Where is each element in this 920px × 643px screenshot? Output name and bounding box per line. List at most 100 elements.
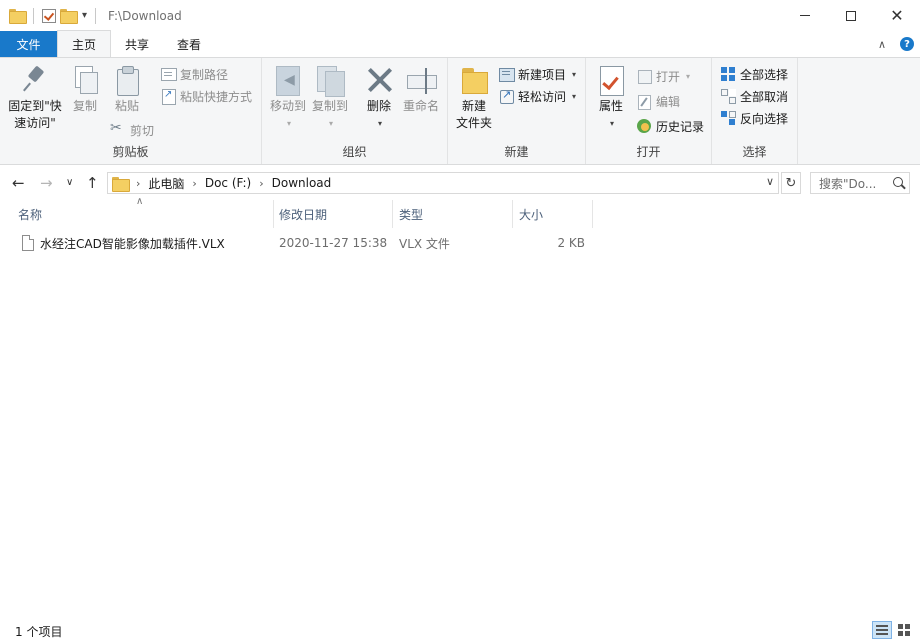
move-to-button[interactable]: 移动到 ▾ xyxy=(266,64,310,132)
edit-button[interactable]: 编辑 xyxy=(636,91,680,111)
tab-home[interactable]: 主页 xyxy=(57,30,112,57)
clipboard-group: 固定到"快 速访问" 复制 粘贴 复制路径 粘贴快捷方式 剪切 剪贴板 xyxy=(0,58,262,164)
select-all-label: 全部选择 xyxy=(740,67,789,82)
chevron-down-icon: ▾ xyxy=(572,69,577,79)
help-icon[interactable]: ? xyxy=(900,37,914,51)
chevron-down-icon: ▾ xyxy=(572,91,577,101)
cut-label: 剪切 xyxy=(130,123,155,138)
open-button[interactable]: 打开 ▾ xyxy=(636,66,690,86)
search-input[interactable]: 搜索"Do... xyxy=(810,172,910,194)
title-bar: ▾ F:\Download ✕ xyxy=(0,0,920,31)
file-type: VLX 文件 xyxy=(399,236,450,251)
chevron-right-icon[interactable]: › xyxy=(192,177,196,190)
move-to-icon xyxy=(272,64,304,96)
history-icon xyxy=(636,118,652,134)
cut-button[interactable]: 剪切 xyxy=(110,120,154,140)
invert-selection-label: 反向选择 xyxy=(740,111,789,126)
navigation-bar: ← → ∨ ↑ › 此电脑 › Doc (F:) › Download ∨ ↻ … xyxy=(0,166,920,200)
chevron-right-icon[interactable]: › xyxy=(259,177,263,190)
close-button[interactable]: ✕ xyxy=(874,0,920,31)
back-icon[interactable]: ← xyxy=(12,174,25,192)
large-icons-view-button[interactable] xyxy=(894,621,914,639)
quick-access-toolbar: ▾ xyxy=(0,7,100,24)
minimize-button[interactable] xyxy=(782,0,828,31)
organize-group: 移动到 ▾ 复制到 ▾ 删除 ▾ 重命名 组织 xyxy=(262,58,448,164)
status-bar: 1 个项目 xyxy=(0,619,920,643)
breadcrumb-download[interactable]: Download xyxy=(272,176,332,190)
pin-to-quick-access-button[interactable]: 固定到"快 速访问" xyxy=(6,64,64,132)
new-folder-icon xyxy=(458,64,490,96)
column-name[interactable]: 名称 xyxy=(12,200,274,228)
chevron-right-icon[interactable]: › xyxy=(136,177,140,190)
copy-path-button[interactable]: 复制路径 xyxy=(160,64,228,84)
copy-icon xyxy=(69,64,101,96)
rename-icon xyxy=(405,64,437,96)
chevron-down-icon: ▾ xyxy=(609,119,614,128)
move-to-label: 移动到 xyxy=(269,99,306,113)
select-none-label: 全部取消 xyxy=(740,89,789,104)
pin-label-line2: 速访问" xyxy=(14,116,56,130)
large-icons-view-icon xyxy=(898,624,910,636)
minimize-icon xyxy=(800,15,810,16)
select-group: 全部选择 全部取消 反向选择 选择 xyxy=(712,58,798,164)
history-label: 历史记录 xyxy=(656,119,705,134)
chevron-down-icon: ▾ xyxy=(686,71,691,81)
properties-quick-icon[interactable] xyxy=(42,8,56,23)
easy-access-icon xyxy=(498,88,514,104)
edit-label: 编辑 xyxy=(656,94,681,109)
chevron-down-icon: ▾ xyxy=(286,119,291,128)
delete-icon xyxy=(363,64,395,96)
breadcrumb-drive[interactable]: Doc (F:) xyxy=(205,176,251,190)
paste-shortcut-label: 粘贴快捷方式 xyxy=(180,89,253,104)
select-none-button[interactable]: 全部取消 xyxy=(720,86,788,106)
select-none-icon xyxy=(720,88,736,104)
address-bar[interactable]: › 此电脑 › Doc (F:) › Download ∨ xyxy=(107,172,779,194)
collapse-ribbon-icon[interactable]: ∧ xyxy=(878,38,886,51)
address-history-dropdown-icon[interactable]: ∨ xyxy=(766,175,774,188)
paste-button[interactable]: 粘贴 xyxy=(110,64,144,115)
up-icon[interactable]: ↑ xyxy=(86,174,99,192)
new-item-button[interactable]: 新建项目 ▾ xyxy=(498,64,576,84)
open-group-label: 打开 xyxy=(636,145,661,159)
invert-selection-button[interactable]: 反向选择 xyxy=(720,108,788,128)
close-icon: ✕ xyxy=(890,6,904,25)
refresh-button[interactable]: ↻ xyxy=(781,172,801,194)
history-button[interactable]: 历史记录 xyxy=(636,116,704,136)
properties-label: 属性 xyxy=(598,99,623,113)
new-folder-label-line2: 文件夹 xyxy=(455,116,492,130)
clipboard-icon xyxy=(111,64,143,96)
delete-button[interactable]: 删除 ▾ xyxy=(362,64,396,132)
chevron-down-icon: ▾ xyxy=(377,119,382,128)
customize-quick-access-icon[interactable]: ▾ xyxy=(82,10,87,21)
maximize-button[interactable] xyxy=(828,0,874,31)
new-folder-quick-icon[interactable] xyxy=(60,9,78,24)
new-folder-button[interactable]: 新建 文件夹 xyxy=(452,64,496,132)
easy-access-button[interactable]: 轻松访问 ▾ xyxy=(498,86,576,106)
copy-to-icon xyxy=(314,64,346,97)
details-view-button[interactable] xyxy=(872,621,892,639)
column-size[interactable]: 大小 xyxy=(513,200,593,228)
paste-shortcut-icon xyxy=(160,88,176,105)
paste-shortcut-button[interactable]: 粘贴快捷方式 xyxy=(160,86,252,106)
tab-share[interactable]: 共享 xyxy=(111,31,163,57)
column-type[interactable]: 类型 xyxy=(393,200,513,228)
tab-file[interactable]: 文件 xyxy=(0,31,57,57)
breadcrumb-this-pc[interactable]: 此电脑 xyxy=(148,175,184,192)
column-date[interactable]: 修改日期 xyxy=(273,200,393,228)
forward-icon[interactable]: → xyxy=(40,174,53,192)
pin-icon xyxy=(19,64,51,96)
select-all-button[interactable]: 全部选择 xyxy=(720,64,788,84)
new-folder-label-line1: 新建 xyxy=(461,99,486,113)
rename-button[interactable]: 重命名 xyxy=(400,64,442,115)
copy-to-button[interactable]: 复制到 ▾ xyxy=(308,64,352,132)
properties-icon xyxy=(595,64,627,96)
copy-label: 复制 xyxy=(72,99,97,113)
copy-button[interactable]: 复制 xyxy=(68,64,102,115)
tab-view[interactable]: 查看 xyxy=(163,31,215,57)
properties-button[interactable]: 属性 ▾ xyxy=(594,64,628,132)
recent-locations-icon[interactable]: ∨ xyxy=(66,177,73,188)
table-row[interactable]: 水经注CAD智能影像加载插件.VLX 2020-11-27 15:38 VLX … xyxy=(0,232,920,254)
edit-icon xyxy=(636,93,652,110)
folder-icon xyxy=(9,9,27,24)
search-icon xyxy=(893,177,903,187)
